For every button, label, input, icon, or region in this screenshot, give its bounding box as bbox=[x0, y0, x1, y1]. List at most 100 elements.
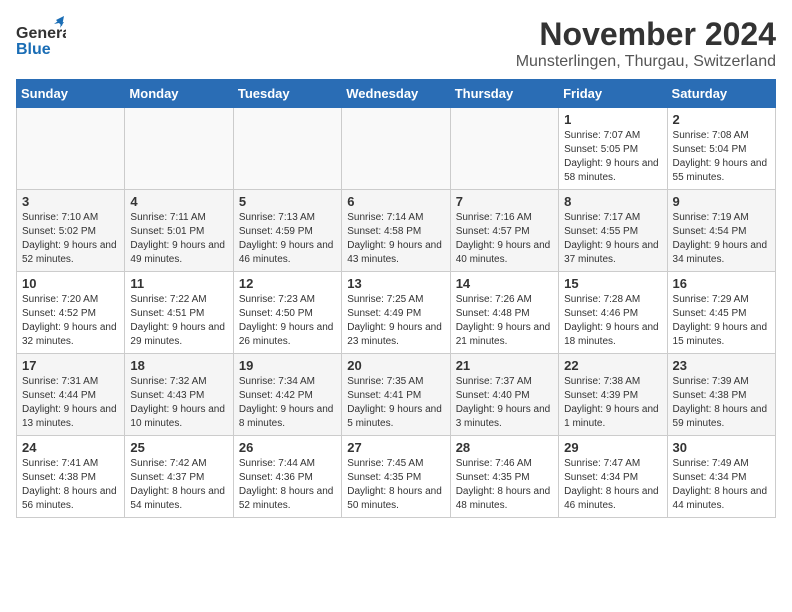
day-number: 17 bbox=[22, 358, 119, 373]
calendar-cell: 6Sunrise: 7:14 AM Sunset: 4:58 PM Daylig… bbox=[342, 190, 450, 272]
calendar-cell: 25 Sunrise: 7:42 AM Sunset: 4:37 PM Dayli… bbox=[125, 436, 233, 518]
day-header-tuesday: Tuesday bbox=[233, 80, 341, 108]
subtitle: Munsterlingen, Thurgau, Switzerland bbox=[516, 53, 776, 71]
calendar-cell: 2 Sunrise: 7:08 AM Sunset: 5:04 PM Daylig… bbox=[667, 108, 775, 190]
main-title: November 2024 bbox=[516, 16, 776, 53]
calendar-cell: 29 Sunrise: 7:47 AM Sunset: 4:34 PM Dayli… bbox=[559, 436, 667, 518]
day-info: Sunrise: 7:31 AM Sunset: 4:44 PM Dayligh… bbox=[22, 375, 119, 431]
calendar-cell: 1 Sunrise: 7:07 AM Sunset: 5:05 PM Daylig… bbox=[559, 108, 667, 190]
calendar-cell: 22 Sunrise: 7:38 AM Sunset: 4:39 PM Dayli… bbox=[559, 354, 667, 436]
day-number: 19 bbox=[239, 358, 336, 373]
day-number: 30 bbox=[673, 440, 770, 455]
title-block: November 2024 Munsterlingen, Thurgau, Sw… bbox=[516, 16, 776, 71]
day-info: Sunrise: 7:29 AM Sunset: 4:45 PM Dayligh… bbox=[673, 293, 770, 349]
day-header-sunday: Sunday bbox=[17, 80, 125, 108]
day-number: 7 bbox=[456, 194, 553, 209]
calendar-cell: 19 Sunrise: 7:34 AM Sunset: 4:42 PM Dayli… bbox=[233, 354, 341, 436]
day-info: Sunrise: 7:37 AM Sunset: 4:40 PM Dayligh… bbox=[456, 375, 553, 431]
day-number: 23 bbox=[673, 358, 770, 373]
calendar-table: SundayMondayTuesdayWednesdayThursdayFrid… bbox=[16, 79, 776, 518]
day-info: Sunrise: 7:10 AM Sunset: 5:02 PM Dayligh… bbox=[22, 211, 119, 267]
calendar-week-row: 10 Sunrise: 7:20 AM Sunset: 4:52 PM Dayli… bbox=[17, 272, 776, 354]
day-number: 5 bbox=[239, 194, 336, 209]
day-number: 3 bbox=[22, 194, 119, 209]
svg-text:General: General bbox=[16, 25, 66, 42]
calendar-cell bbox=[450, 108, 558, 190]
day-info: Sunrise: 7:17 AM Sunset: 4:55 PM Dayligh… bbox=[564, 211, 661, 267]
day-info: Sunrise: 7:11 AM Sunset: 5:01 PM Dayligh… bbox=[130, 211, 227, 267]
day-number: 10 bbox=[22, 276, 119, 291]
day-info: Sunrise: 7:32 AM Sunset: 4:43 PM Dayligh… bbox=[130, 375, 227, 431]
day-number: 21 bbox=[456, 358, 553, 373]
day-number: 14 bbox=[456, 276, 553, 291]
day-number: 9 bbox=[673, 194, 770, 209]
calendar-cell: 12 Sunrise: 7:23 AM Sunset: 4:50 PM Dayli… bbox=[233, 272, 341, 354]
calendar-cell: 13 Sunrise: 7:25 AM Sunset: 4:49 PM Dayli… bbox=[342, 272, 450, 354]
calendar-cell bbox=[233, 108, 341, 190]
calendar-cell: 23 Sunrise: 7:39 AM Sunset: 4:38 PM Dayli… bbox=[667, 354, 775, 436]
day-number: 11 bbox=[130, 276, 227, 291]
day-info: Sunrise: 7:19 AM Sunset: 4:54 PM Dayligh… bbox=[673, 211, 770, 267]
calendar-week-row: 3 Sunrise: 7:10 AM Sunset: 5:02 PM Daylig… bbox=[17, 190, 776, 272]
day-info: Sunrise: 7:45 AM Sunset: 4:35 PM Dayligh… bbox=[347, 457, 444, 513]
day-number: 2 bbox=[673, 112, 770, 127]
day-info: Sunrise: 7:42 AM Sunset: 4:37 PM Dayligh… bbox=[130, 457, 227, 513]
day-info: Sunrise: 7:28 AM Sunset: 4:46 PM Dayligh… bbox=[564, 293, 661, 349]
calendar-cell: 30 Sunrise: 7:49 AM Sunset: 4:34 PM Dayli… bbox=[667, 436, 775, 518]
day-number: 13 bbox=[347, 276, 444, 291]
calendar-cell: 9 Sunrise: 7:19 AM Sunset: 4:54 PM Daylig… bbox=[667, 190, 775, 272]
calendar-week-row: 24 Sunrise: 7:41 AM Sunset: 4:38 PM Dayli… bbox=[17, 436, 776, 518]
day-number: 20 bbox=[347, 358, 444, 373]
day-info: Sunrise: 7:13 AM Sunset: 4:59 PM Dayligh… bbox=[239, 211, 336, 267]
day-number: 22 bbox=[564, 358, 661, 373]
day-info: Sunrise: 7:08 AM Sunset: 5:04 PM Dayligh… bbox=[673, 129, 770, 185]
day-number: 29 bbox=[564, 440, 661, 455]
day-number: 16 bbox=[673, 276, 770, 291]
day-number: 25 bbox=[130, 440, 227, 455]
day-number: 18 bbox=[130, 358, 227, 373]
calendar-cell: 27Sunrise: 7:45 AM Sunset: 4:35 PM Dayli… bbox=[342, 436, 450, 518]
calendar-cell bbox=[342, 108, 450, 190]
day-number: 4 bbox=[130, 194, 227, 209]
day-header-monday: Monday bbox=[125, 80, 233, 108]
day-info: Sunrise: 7:41 AM Sunset: 4:38 PM Dayligh… bbox=[22, 457, 119, 513]
calendar-cell: 17 Sunrise: 7:31 AM Sunset: 4:44 PM Dayli… bbox=[17, 354, 125, 436]
calendar-cell: 16 Sunrise: 7:29 AM Sunset: 4:45 PM Dayli… bbox=[667, 272, 775, 354]
day-info: Sunrise: 7:16 AM Sunset: 4:57 PM Dayligh… bbox=[456, 211, 553, 267]
logo-icon: General Blue bbox=[16, 16, 66, 66]
day-info: Sunrise: 7:44 AM Sunset: 4:36 PM Dayligh… bbox=[239, 457, 336, 513]
day-info: Sunrise: 7:39 AM Sunset: 4:38 PM Dayligh… bbox=[673, 375, 770, 431]
logo: General Blue bbox=[16, 16, 66, 71]
day-number: 6 bbox=[347, 194, 444, 209]
day-info: Sunrise: 7:34 AM Sunset: 4:42 PM Dayligh… bbox=[239, 375, 336, 431]
day-number: 8 bbox=[564, 194, 661, 209]
day-number: 26 bbox=[239, 440, 336, 455]
calendar-cell: 15 Sunrise: 7:28 AM Sunset: 4:46 PM Dayli… bbox=[559, 272, 667, 354]
calendar-cell: 4 Sunrise: 7:11 AM Sunset: 5:01 PM Daylig… bbox=[125, 190, 233, 272]
calendar-week-row: 17 Sunrise: 7:31 AM Sunset: 4:44 PM Dayli… bbox=[17, 354, 776, 436]
calendar-cell: 8 Sunrise: 7:17 AM Sunset: 4:55 PM Daylig… bbox=[559, 190, 667, 272]
calendar-header-row: SundayMondayTuesdayWednesdayThursdayFrid… bbox=[17, 80, 776, 108]
day-info: Sunrise: 7:46 AM Sunset: 4:35 PM Dayligh… bbox=[456, 457, 553, 513]
calendar-cell: 11Sunrise: 7:22 AM Sunset: 4:51 PM Dayli… bbox=[125, 272, 233, 354]
day-number: 24 bbox=[22, 440, 119, 455]
day-info: Sunrise: 7:23 AM Sunset: 4:50 PM Dayligh… bbox=[239, 293, 336, 349]
day-number: 15 bbox=[564, 276, 661, 291]
day-info: Sunrise: 7:47 AM Sunset: 4:34 PM Dayligh… bbox=[564, 457, 661, 513]
day-header-saturday: Saturday bbox=[667, 80, 775, 108]
day-info: Sunrise: 7:49 AM Sunset: 4:34 PM Dayligh… bbox=[673, 457, 770, 513]
calendar-cell: 26 Sunrise: 7:44 AM Sunset: 4:36 PM Dayli… bbox=[233, 436, 341, 518]
page-header: General Blue November 2024 Munsterlingen… bbox=[16, 16, 776, 71]
day-info: Sunrise: 7:20 AM Sunset: 4:52 PM Dayligh… bbox=[22, 293, 119, 349]
day-info: Sunrise: 7:35 AM Sunset: 4:41 PM Dayligh… bbox=[347, 375, 444, 431]
calendar-cell: 3 Sunrise: 7:10 AM Sunset: 5:02 PM Daylig… bbox=[17, 190, 125, 272]
day-header-thursday: Thursday bbox=[450, 80, 558, 108]
day-info: Sunrise: 7:38 AM Sunset: 4:39 PM Dayligh… bbox=[564, 375, 661, 431]
calendar-week-row: 1 Sunrise: 7:07 AM Sunset: 5:05 PM Daylig… bbox=[17, 108, 776, 190]
day-number: 12 bbox=[239, 276, 336, 291]
day-info: Sunrise: 7:07 AM Sunset: 5:05 PM Dayligh… bbox=[564, 129, 661, 185]
calendar-cell: 7 Sunrise: 7:16 AM Sunset: 4:57 PM Daylig… bbox=[450, 190, 558, 272]
svg-text:Blue: Blue bbox=[16, 41, 51, 58]
day-info: Sunrise: 7:25 AM Sunset: 4:49 PM Dayligh… bbox=[347, 293, 444, 349]
day-number: 1 bbox=[564, 112, 661, 127]
